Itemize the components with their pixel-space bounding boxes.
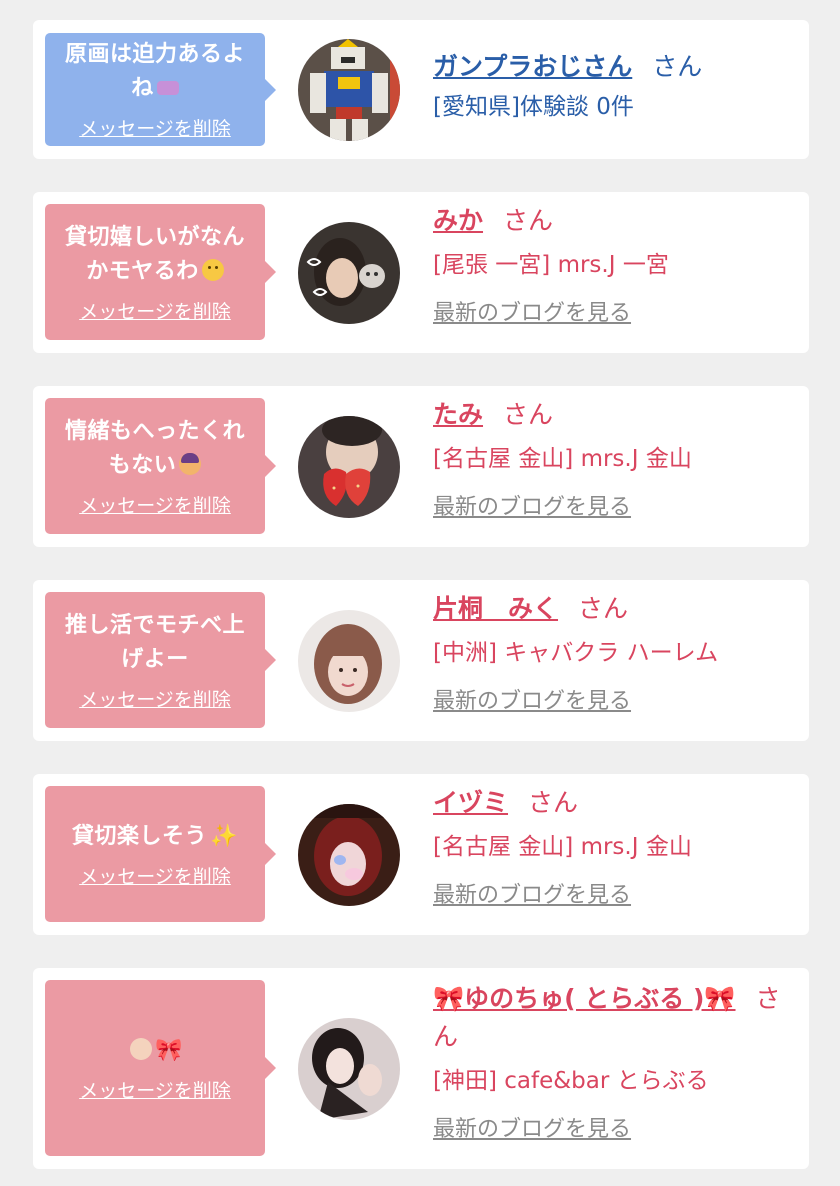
message-bubble: 🎀 メッセージを削除 [45,980,276,1156]
area-text: [神田] cafe&bar とらぶる [433,1068,709,1094]
honorific: さん [503,206,554,235]
latest-blog-link[interactable]: 最新のブログを見る [433,880,803,912]
message-card: 貸切楽しそう ✨ メッセージを削除 イヅミ さん [名古屋 金山] mrs.J 金山… [33,774,809,935]
user-info: たみ さん [名古屋 金山] mrs.J 金山 最新のブログを見る [433,396,803,524]
message-card: 情緒もへったくれもない メッセージを削除 たみ さん [名古屋 金山] mrs.J… [33,386,809,547]
facepalm-icon [179,452,202,475]
message-text: 推し活でモチベ上げよー [64,612,245,672]
avatar[interactable] [298,804,400,906]
baby-icon [130,1037,153,1060]
username-link[interactable]: たみ [433,400,483,429]
honorific: さん [528,788,579,817]
avatar[interactable] [298,416,400,518]
message-text: 情緒もへったくれもない [64,418,245,478]
message-bubble: 貸切嬉しいがなんかモヤるわ メッセージを削除 [45,204,276,340]
area-text: [中洲] キャバクラ ハーレム [433,640,719,666]
honorific: さん [578,594,629,623]
delete-message-link[interactable]: メッセージを削除 [79,1076,231,1103]
message-text: 🎀 [127,1034,183,1068]
honorific: さん [503,400,554,429]
message-card: 貸切嬉しいがなんかモヤるわ メッセージを削除 みか さん [尾張 一宮] mrs.… [33,192,809,353]
latest-blog-link[interactable]: 最新のブログを見る [433,298,803,330]
avatar[interactable] [298,610,400,712]
purple-face-icon [156,81,179,95]
user-info: 片桐 みく さん [中洲] キャバクラ ハーレム 最新のブログを見る [433,590,803,718]
user-info: ガンプラおじさん さん [愛知県]体験談 0件 [433,48,803,124]
ribbon-bow-icon: 🎀 [155,1037,183,1063]
message-card: 推し活でモチベ上げよー メッセージを削除 片桐 みく さん [中洲] キャバクラ … [33,580,809,741]
message-text: 原画は迫力あるよね [64,42,245,101]
avatar[interactable] [298,1018,400,1120]
username-link[interactable]: みか [433,206,483,235]
latest-blog-link[interactable]: 最新のブログを見る [433,1114,803,1146]
username-link[interactable]: 片桐 みく [433,594,558,623]
message-text: 貸切楽しそう ✨ [72,820,238,854]
message-list: 原画は迫力あるよね メッセージを削除 ガンプラおじさん さん [愛知県]体験談 … [0,0,840,1186]
delete-message-link[interactable]: メッセージを削除 [79,685,231,712]
area-text: [愛知県]体験談 0件 [433,94,634,120]
delete-message-link[interactable]: メッセージを削除 [79,297,231,324]
user-info: イヅミ さん [名古屋 金山] mrs.J 金山 最新のブログを見る [433,784,803,912]
message-card: 原画は迫力あるよね メッセージを削除 ガンプラおじさん さん [愛知県]体験談 … [33,20,809,159]
latest-blog-link[interactable]: 最新のブログを見る [433,686,803,718]
area-text: [尾張 一宮] mrs.J 一宮 [433,252,669,278]
sparkles-icon: ✨ [210,823,238,849]
area-text: [名古屋 金山] mrs.J 金山 [433,834,692,860]
message-text: 貸切嬉しいがなんかモヤるわ [64,224,245,284]
delete-message-link[interactable]: メッセージを削除 [79,114,231,141]
message-bubble: 情緒もへったくれもない メッセージを削除 [45,398,276,534]
area-text: [名古屋 金山] mrs.J 金山 [433,446,692,472]
message-bubble: 推し活でモチベ上げよー メッセージを削除 [45,592,276,728]
message-bubble: 貸切楽しそう ✨ メッセージを削除 [45,786,276,922]
username-link[interactable]: ガンプラおじさん [433,52,632,81]
honorific: さん [652,52,703,81]
latest-blog-link[interactable]: 最新のブログを見る [433,492,803,524]
message-card: 🎀 メッセージを削除 🎀ゆのちゅ( とらぶる )🎀 さん [神田] cafe&ba… [33,968,809,1169]
username-link[interactable]: イヅミ [433,788,508,817]
neutral-face-icon [201,258,224,281]
delete-message-link[interactable]: メッセージを削除 [79,862,231,889]
user-info: 🎀ゆのちゅ( とらぶる )🎀 さん [神田] cafe&bar とらぶる 最新のブ… [433,980,803,1146]
avatar[interactable] [298,222,400,324]
username-link[interactable]: 🎀ゆのちゅ( とらぶる )🎀 [433,984,736,1013]
user-info: みか さん [尾張 一宮] mrs.J 一宮 最新のブログを見る [433,202,803,330]
message-bubble: 原画は迫力あるよね メッセージを削除 [45,33,276,146]
delete-message-link[interactable]: メッセージを削除 [79,491,231,518]
avatar[interactable] [298,39,400,141]
